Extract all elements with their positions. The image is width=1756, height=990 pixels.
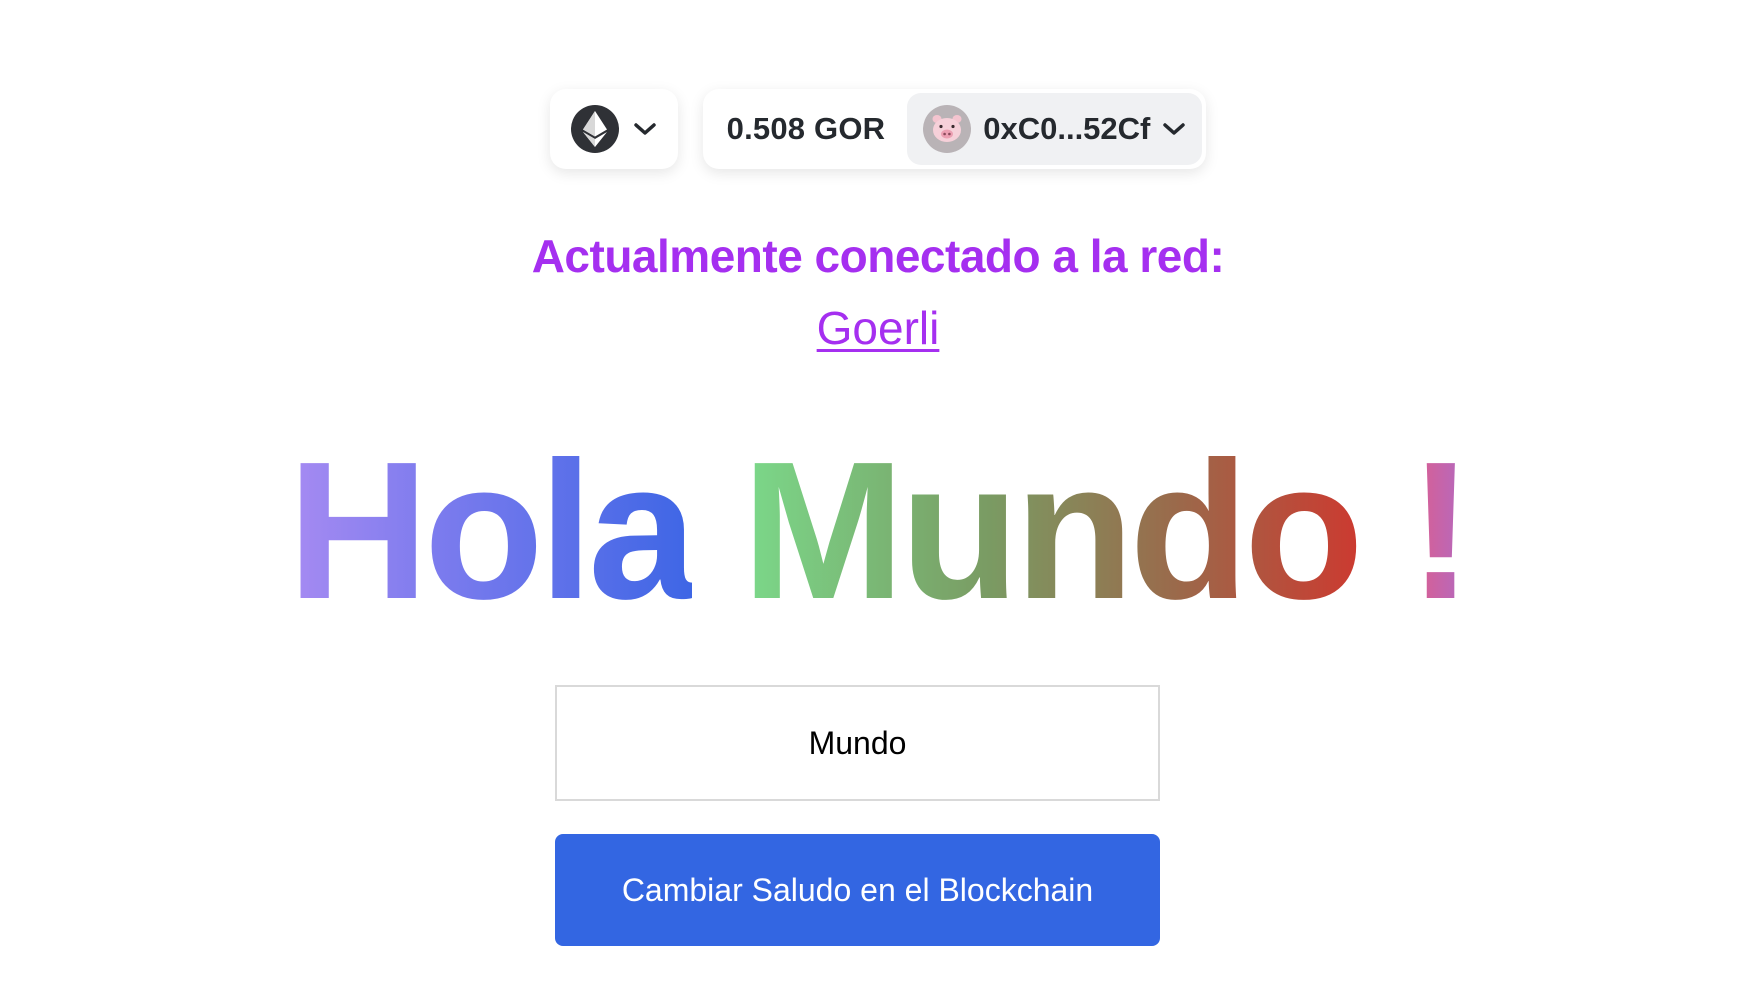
greeting-input[interactable] [555, 685, 1160, 801]
network-name-link[interactable]: Goerli [817, 302, 940, 354]
page: 0.508 GOR 0xC0...52Cf Actualmente conect… [0, 0, 1756, 990]
chevron-down-icon [633, 122, 657, 136]
ethereum-icon [570, 105, 619, 153]
network-heading: Actualmente conectado a la red: [531, 230, 1225, 282]
balance-label: 0.508 GOR [726, 111, 886, 146]
greeting-name: Mundo [741, 421, 1364, 640]
chain-selector-button[interactable] [549, 89, 678, 169]
network-name-row: Goerli [0, 301, 1756, 355]
chevron-down-icon [1162, 122, 1186, 136]
greeting-exclamation: ! [1408, 421, 1473, 640]
address-label: 0xC0...52Cf [983, 111, 1151, 146]
pig-avatar-icon [923, 105, 972, 153]
wallet-bar: 0.508 GOR 0xC0...52Cf [0, 89, 1756, 169]
greeting-heading: Hola Mundo ! [0, 433, 1756, 629]
change-greeting-button[interactable]: Cambiar Saludo en el Blockchain [555, 834, 1160, 946]
account-button[interactable]: 0xC0...52Cf [907, 93, 1203, 165]
account-group: 0.508 GOR 0xC0...52Cf [702, 89, 1207, 169]
greeting-hello: Hola [287, 421, 697, 640]
